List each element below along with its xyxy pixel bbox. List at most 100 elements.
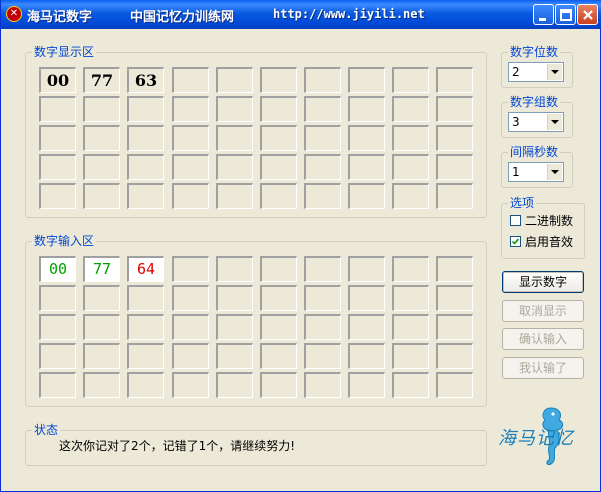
display-cell xyxy=(216,183,253,209)
display-cell xyxy=(304,154,341,180)
group-count-value: 3 xyxy=(512,115,520,129)
app-title: 海马记数字 xyxy=(27,10,93,25)
input-cell[interactable] xyxy=(348,256,385,282)
input-cell[interactable]: 77 xyxy=(83,256,120,282)
input-cell[interactable] xyxy=(260,285,297,311)
display-cell xyxy=(172,96,209,122)
input-cell[interactable] xyxy=(127,285,164,311)
display-cell xyxy=(348,183,385,209)
input-cell[interactable] xyxy=(304,314,341,340)
display-cell xyxy=(348,67,385,93)
input-cell[interactable] xyxy=(39,372,76,398)
input-cell[interactable] xyxy=(127,314,164,340)
group-count-select[interactable]: 3 xyxy=(508,112,564,132)
input-cell[interactable] xyxy=(436,372,473,398)
maximize-button[interactable] xyxy=(555,4,576,25)
input-cell[interactable] xyxy=(216,372,253,398)
input-cell[interactable] xyxy=(392,343,429,369)
input-cell[interactable] xyxy=(172,256,209,282)
input-cell[interactable] xyxy=(260,256,297,282)
display-cell xyxy=(127,154,164,180)
input-cell[interactable] xyxy=(172,372,209,398)
input-cell[interactable] xyxy=(216,314,253,340)
input-cell[interactable] xyxy=(216,285,253,311)
input-cell[interactable] xyxy=(348,314,385,340)
minimize-icon xyxy=(539,18,546,21)
input-cell[interactable] xyxy=(172,314,209,340)
display-cell xyxy=(83,96,120,122)
input-cell[interactable]: 64 xyxy=(127,256,164,282)
chevron-down-icon[interactable] xyxy=(547,114,562,130)
show-digits-button[interactable]: 显示数字 xyxy=(502,271,584,293)
display-cell xyxy=(392,183,429,209)
input-cell[interactable] xyxy=(216,256,253,282)
status-label: 状态 xyxy=(32,423,61,438)
input-cell[interactable] xyxy=(392,372,429,398)
display-cell xyxy=(127,183,164,209)
input-cell[interactable] xyxy=(348,372,385,398)
interval-select[interactable]: 1 xyxy=(508,162,564,182)
input-cell[interactable] xyxy=(436,314,473,340)
input-cell[interactable] xyxy=(39,343,76,369)
binary-checkbox[interactable] xyxy=(510,215,521,226)
input-cell[interactable] xyxy=(304,256,341,282)
input-cell[interactable] xyxy=(436,343,473,369)
give-up-button[interactable]: 我认输了 xyxy=(502,357,584,379)
display-cell xyxy=(436,67,473,93)
input-cell[interactable] xyxy=(348,285,385,311)
input-cell[interactable] xyxy=(304,372,341,398)
input-cell[interactable] xyxy=(83,343,120,369)
cancel-show-button[interactable]: 取消显示 xyxy=(502,300,584,322)
input-cell[interactable] xyxy=(304,285,341,311)
site-url: http://www.jiyili.net xyxy=(273,7,425,21)
input-cell[interactable] xyxy=(392,256,429,282)
chevron-down-icon[interactable] xyxy=(547,164,562,180)
display-cell xyxy=(260,183,297,209)
display-cell xyxy=(39,96,76,122)
close-button[interactable] xyxy=(577,4,598,25)
input-cell[interactable] xyxy=(260,343,297,369)
input-cell[interactable] xyxy=(39,285,76,311)
maximize-icon xyxy=(560,9,572,21)
input-cell[interactable] xyxy=(392,314,429,340)
input-cell[interactable] xyxy=(127,372,164,398)
input-cell[interactable] xyxy=(39,314,76,340)
input-cell[interactable] xyxy=(260,372,297,398)
sound-checkbox[interactable] xyxy=(510,236,521,247)
input-cell[interactable] xyxy=(260,314,297,340)
input-cell[interactable] xyxy=(216,343,253,369)
input-cell[interactable] xyxy=(83,314,120,340)
input-cell[interactable] xyxy=(83,285,120,311)
checkmark-icon xyxy=(511,238,520,245)
input-cell[interactable] xyxy=(304,343,341,369)
display-cell xyxy=(83,183,120,209)
chevron-down-icon[interactable] xyxy=(547,64,562,80)
input-cell[interactable] xyxy=(436,285,473,311)
display-cell xyxy=(39,183,76,209)
input-cell[interactable] xyxy=(172,343,209,369)
input-cell[interactable] xyxy=(436,256,473,282)
input-cell[interactable]: 00 xyxy=(39,256,76,282)
close-icon xyxy=(583,10,593,20)
display-cell xyxy=(436,154,473,180)
display-cell xyxy=(216,154,253,180)
input-cell[interactable] xyxy=(127,343,164,369)
app-icon: ✕ xyxy=(6,6,22,22)
display-cell xyxy=(172,183,209,209)
digit-count-select[interactable]: 2 xyxy=(508,62,564,82)
sound-label: 启用音效 xyxy=(525,235,574,249)
input-cell[interactable] xyxy=(348,343,385,369)
options-label: 选项 xyxy=(508,196,537,211)
minimize-button[interactable] xyxy=(533,4,554,25)
digit-count-value: 2 xyxy=(512,65,520,79)
title-bar[interactable]: ✕ 海马记数字 中国记忆力训练网 http://www.jiyili.net xyxy=(1,0,601,29)
input-cell[interactable] xyxy=(83,372,120,398)
input-cell[interactable] xyxy=(392,285,429,311)
display-cell xyxy=(348,96,385,122)
display-cell xyxy=(172,125,209,151)
input-cell[interactable] xyxy=(172,285,209,311)
display-cell xyxy=(304,183,341,209)
confirm-input-button[interactable]: 确认输入 xyxy=(502,328,584,350)
interval-value: 1 xyxy=(512,165,520,179)
display-cell xyxy=(304,96,341,122)
